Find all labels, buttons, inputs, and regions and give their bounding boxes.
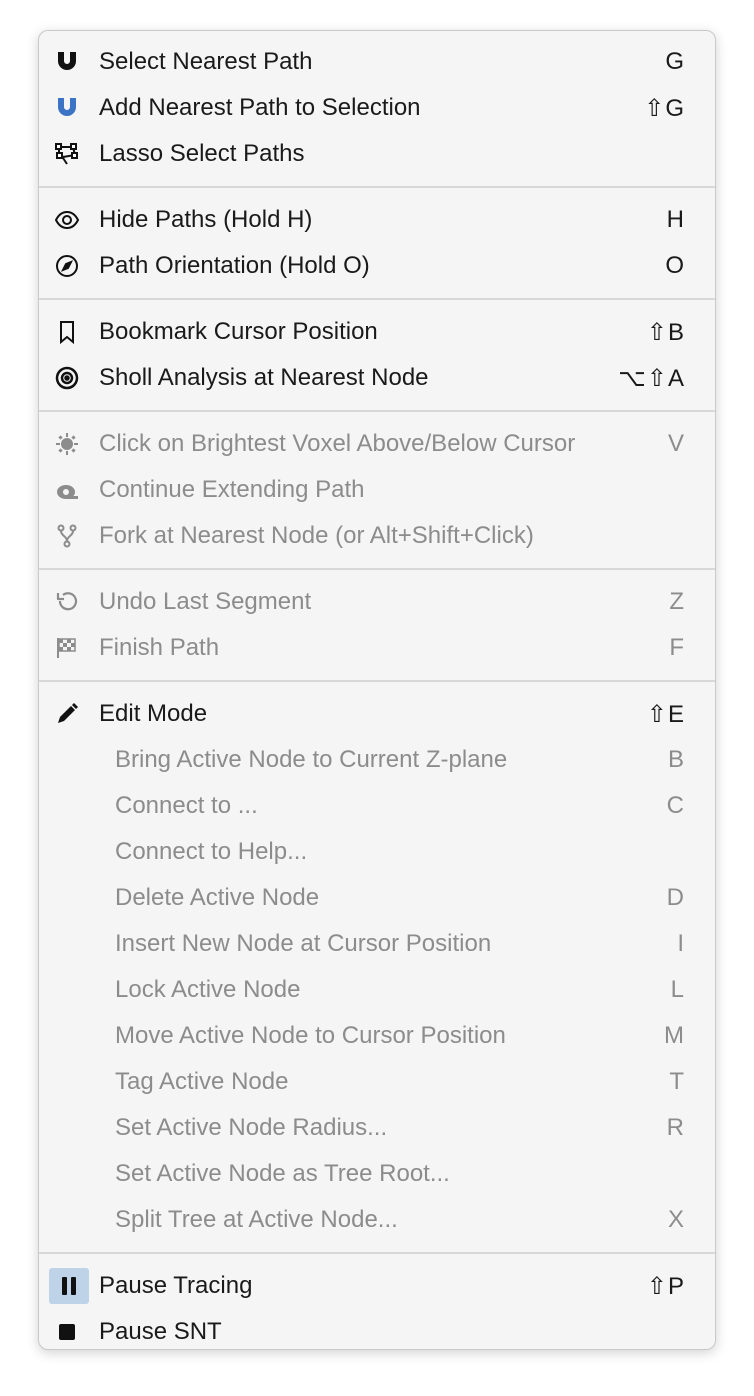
menu-item-shortcut: B — [667, 746, 685, 773]
menu-item-label: Tag Active Node — [115, 1068, 289, 1095]
menu-item-label: Set Active Node Radius... — [115, 1114, 388, 1141]
menu-item-set-active-node-as-tree-root[interactable]: Set Active Node as Tree Root... — [39, 1151, 715, 1197]
menu-item-shortcut: T — [669, 1068, 685, 1095]
bookmark-icon — [53, 318, 81, 346]
menu-item-select-nearest-path[interactable]: Select Nearest Path G — [39, 39, 715, 85]
menu-item-label: Hide Paths (Hold H) — [99, 206, 313, 233]
menu-item-label: Path Orientation (Hold O) — [99, 252, 370, 279]
menu-item-tag-active-node[interactable]: Tag Active Node T — [39, 1059, 715, 1105]
menu-item-shortcut: ⌥⇧A — [618, 364, 685, 392]
menu-separator — [39, 298, 715, 300]
lasso-icon — [53, 140, 81, 168]
menu-item-shortcut: D — [666, 884, 685, 911]
menu-item-shortcut: ⇧B — [646, 318, 685, 346]
menu-item-shortcut: O — [665, 252, 685, 279]
menu-item-pause-tracing[interactable]: Pause Tracing ⇧P — [39, 1263, 715, 1309]
menu-item-finish-path[interactable]: Finish Path F — [39, 625, 715, 671]
menu-item-label: Delete Active Node — [115, 884, 320, 911]
menu-item-label: Lock Active Node — [115, 976, 301, 1003]
pencil-icon — [53, 700, 81, 728]
menu-item-label: Undo Last Segment — [99, 588, 312, 615]
menu-item-edit-mode[interactable]: Edit Mode ⇧E — [39, 691, 715, 737]
menu-item-label: Finish Path — [99, 634, 220, 661]
menu-item-connect-to-help[interactable]: Connect to Help... — [39, 829, 715, 875]
menu-item-label: Pause SNT — [99, 1318, 222, 1345]
menu-separator — [39, 680, 715, 682]
menu-item-move-active-node-to-cursor-position[interactable]: Move Active Node to Cursor Position M — [39, 1013, 715, 1059]
compass-icon — [53, 252, 81, 280]
menu-item-label: Select Nearest Path — [99, 48, 313, 75]
checkered-flag-icon — [53, 634, 81, 662]
menu-item-continue-extending-path[interactable]: Continue Extending Path — [39, 467, 715, 513]
extend-icon — [53, 476, 81, 504]
menu-separator — [39, 568, 715, 570]
menu-item-label: Move Active Node to Cursor Position — [115, 1022, 506, 1049]
menu-item-label: Fork at Nearest Node (or Alt+Shift+Click… — [99, 522, 534, 549]
sun-icon — [53, 430, 81, 458]
menu-item-label: Bring Active Node to Current Z-plane — [115, 746, 508, 773]
menu-item-shortcut: X — [667, 1206, 685, 1233]
menu-separator — [39, 1252, 715, 1254]
menu-item-label: Click on Brightest Voxel Above/Below Cur… — [99, 430, 576, 457]
eye-icon — [53, 206, 81, 234]
menu-separator — [39, 410, 715, 412]
menu-item-set-active-node-radius[interactable]: Set Active Node Radius... R — [39, 1105, 715, 1151]
menu-item-sholl-analysis-at-nearest-node[interactable]: Sholl Analysis at Nearest Node ⌥⇧A — [39, 355, 715, 401]
menu-item-lock-active-node[interactable]: Lock Active Node L — [39, 967, 715, 1013]
menu-item-lasso-select-paths[interactable]: Lasso Select Paths — [39, 131, 715, 177]
menu-item-bring-active-node-to-current-z-plane[interactable]: Bring Active Node to Current Z-plane B — [39, 737, 715, 783]
menu-item-label: Bookmark Cursor Position — [99, 318, 378, 345]
menu-item-label: Split Tree at Active Node... — [115, 1206, 398, 1233]
magnet-blue-icon — [53, 94, 81, 122]
menu-item-click-on-brightest-voxel-above-below-cursor[interactable]: Click on Brightest Voxel Above/Below Cur… — [39, 421, 715, 467]
menu-item-bookmark-cursor-position[interactable]: Bookmark Cursor Position ⇧B — [39, 309, 715, 355]
menu-item-shortcut: Z — [669, 588, 685, 615]
menu-item-shortcut: I — [677, 930, 685, 957]
menu-item-label: Edit Mode — [99, 700, 208, 727]
menu-item-label: Set Active Node as Tree Root... — [115, 1160, 450, 1187]
menu-item-shortcut: ⇧G — [644, 94, 685, 122]
menu-item-hide-paths-hold-h[interactable]: Hide Paths (Hold H) H — [39, 197, 715, 243]
menu-item-label: Insert New Node at Cursor Position — [115, 930, 492, 957]
menu-item-shortcut: R — [666, 1114, 685, 1141]
target-icon — [53, 364, 81, 392]
stop-icon — [53, 1318, 81, 1346]
menu-item-undo-last-segment[interactable]: Undo Last Segment Z — [39, 579, 715, 625]
menu-item-label: Add Nearest Path to Selection — [99, 94, 421, 121]
menu-item-fork-at-nearest-node-or-alt-shift-click[interactable]: Fork at Nearest Node (or Alt+Shift+Click… — [39, 513, 715, 559]
menu-item-shortcut: F — [669, 634, 685, 661]
menu-item-label: Connect to ... — [115, 792, 258, 819]
menu-item-path-orientation-hold-o[interactable]: Path Orientation (Hold O) O — [39, 243, 715, 289]
menu-item-split-tree-at-active-node[interactable]: Split Tree at Active Node... X — [39, 1197, 715, 1243]
undo-icon — [53, 588, 81, 616]
menu-item-shortcut: ⇧P — [646, 1272, 685, 1300]
context-menu: Select Nearest Path G Add Nearest Path to … — [38, 30, 716, 1350]
menu-item-shortcut: M — [664, 1022, 685, 1049]
menu-item-add-nearest-path-to-selection[interactable]: Add Nearest Path to Selection ⇧G — [39, 85, 715, 131]
menu-item-label: Connect to Help... — [115, 838, 308, 865]
menu-item-connect-to[interactable]: Connect to ... C — [39, 783, 715, 829]
menu-item-label: Sholl Analysis at Nearest Node — [99, 364, 429, 391]
menu-item-shortcut: G — [665, 48, 685, 75]
menu-separator — [39, 186, 715, 188]
fork-icon — [53, 522, 81, 550]
menu-item-shortcut: V — [667, 430, 685, 457]
menu-item-insert-new-node-at-cursor-position[interactable]: Insert New Node at Cursor Position I — [39, 921, 715, 967]
menu-item-shortcut: C — [666, 792, 685, 819]
magnet-icon — [53, 48, 81, 76]
menu-item-shortcut: ⇧E — [646, 700, 685, 728]
menu-item-delete-active-node[interactable]: Delete Active Node D — [39, 875, 715, 921]
menu-item-pause-snt[interactable]: Pause SNT — [39, 1309, 715, 1355]
menu-item-label: Continue Extending Path — [99, 476, 365, 503]
menu-item-label: Pause Tracing — [99, 1272, 253, 1299]
pause-icon — [49, 1268, 89, 1304]
menu-item-label: Lasso Select Paths — [99, 140, 305, 167]
menu-item-shortcut: H — [666, 206, 685, 233]
menu-item-shortcut: L — [670, 976, 685, 1003]
